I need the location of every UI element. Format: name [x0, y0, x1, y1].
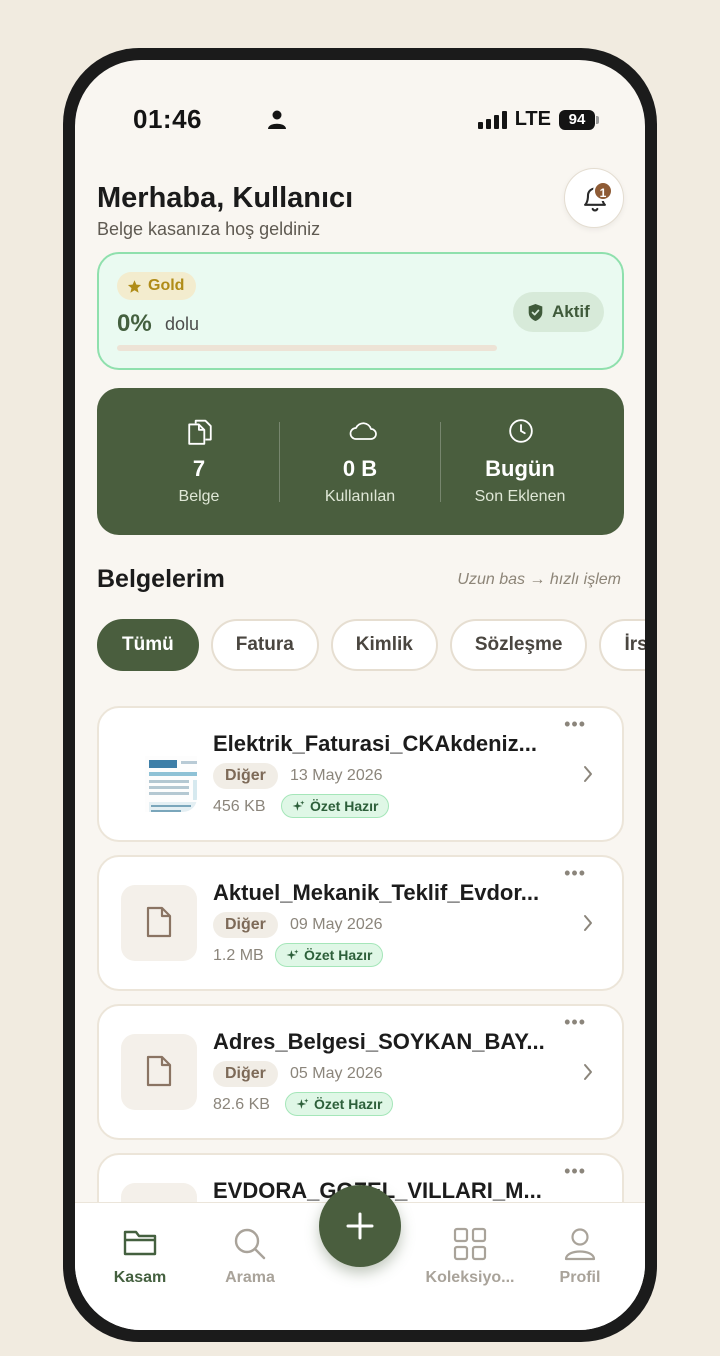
document-card[interactable]: Adres_Belgesi_SOYKAN_BAY... Diğer 05 May…	[97, 1004, 624, 1140]
filter-chip-waybill[interactable]: İrsaliye	[599, 619, 645, 671]
stat-last-added-label: Son Eklenen	[474, 488, 566, 505]
add-document-button[interactable]	[319, 1185, 401, 1267]
plan-tier-label: Gold	[148, 277, 185, 294]
filter-chip-identity[interactable]: Kimlik	[330, 619, 438, 671]
document-size: 82.6 KB	[213, 1096, 270, 1113]
filter-chip-contract[interactable]: Sözleşme	[449, 619, 588, 671]
nav-label: Arama	[225, 1269, 275, 1286]
stats-card: 7 Belge 0 B Kullanılan Bugün Son Eklenen	[97, 388, 624, 535]
app-screen: 01:46 LTE 94 Merhaba, Kullanıcı Belge ka…	[75, 60, 645, 1330]
nav-item-collections[interactable]: Koleksiyo...	[415, 1203, 525, 1303]
stat-storage: 0 B Kullanılan	[275, 388, 445, 535]
document-summary-badge: Özet Hazır	[281, 794, 390, 818]
user-icon	[564, 1228, 596, 1261]
document-summary-label: Özet Hazır	[304, 947, 373, 963]
chevron-right-icon	[584, 915, 592, 931]
greeting-subtitle: Belge kasanıza hoş geldiniz	[97, 219, 321, 239]
folder-icon	[123, 1230, 157, 1256]
section-title: Belgelerim	[97, 565, 225, 593]
battery-indicator: 94	[559, 109, 599, 130]
more-options-icon[interactable]: •••	[564, 863, 586, 884]
stat-documents-label: Belge	[178, 488, 220, 505]
plan-card[interactable]: Gold 0% dolu Aktif	[97, 252, 624, 370]
search-icon	[234, 1228, 266, 1260]
more-options-icon[interactable]: •••	[564, 714, 586, 735]
document-summary-label: Özet Hazır	[314, 1096, 383, 1112]
sparkle-icon	[286, 949, 299, 960]
plan-usage-label: dolu	[165, 314, 200, 334]
sparkle-icon	[296, 1098, 309, 1109]
chevron-right-icon	[584, 766, 592, 782]
stat-documents: 7 Belge	[114, 388, 284, 535]
filter-chip-all[interactable]: Tümü	[97, 619, 199, 671]
document-date: 09 May 2026	[290, 916, 383, 933]
document-type-badge: Diğer	[213, 763, 278, 789]
phone-frame: 01:46 LTE 94 Merhaba, Kullanıcı Belge ka…	[63, 48, 657, 1342]
sparkle-icon	[292, 800, 305, 811]
stat-last-added-value: Bugün	[485, 456, 555, 481]
invoice-preview-image	[145, 756, 197, 812]
document-date: 05 May 2026	[290, 1065, 383, 1082]
plus-icon	[346, 1212, 374, 1240]
document-summary-badge: Özet Hazır	[285, 1092, 394, 1116]
document-card[interactable]: Elektrik_Faturasi_CKAkdeniz... Diğer 13 …	[97, 706, 624, 842]
status-bar: 01:46 LTE 94	[133, 104, 599, 138]
network-label: LTE	[514, 108, 551, 130]
filter-bar: Tümü Fatura Kimlik Sözleşme İrsaliye	[97, 619, 645, 671]
chevron-right-icon	[584, 1064, 592, 1080]
signal-icon	[477, 110, 507, 129]
plan-usage-percent: 0%	[117, 310, 152, 337]
nav-label: Koleksiyo...	[425, 1269, 515, 1286]
document-name: Aktuel_Mekanik_Teklif_Evdor...	[213, 880, 540, 905]
status-time: 01:46	[133, 104, 202, 134]
more-options-icon[interactable]: •••	[564, 1012, 586, 1033]
shield-check-icon	[528, 303, 543, 321]
greeting-title: Merhaba, Kullanıcı	[97, 182, 354, 214]
document-card[interactable]: Aktuel_Mekanik_Teklif_Evdor... Diğer 09 …	[97, 855, 624, 991]
nav-item-vault[interactable]: Kasam	[85, 1203, 195, 1303]
document-size: 456 KB	[213, 798, 266, 815]
document-thumbnail	[121, 1034, 197, 1110]
document-name: Elektrik_Faturasi_CKAkdeniz...	[213, 731, 538, 756]
section-hint: Uzun bas → hızlı işlem	[457, 571, 621, 588]
notification-badge: 1	[593, 181, 613, 201]
filter-chip-invoice[interactable]: Fatura	[210, 619, 319, 671]
clock-icon	[509, 419, 533, 443]
plan-usage-bar	[117, 345, 497, 351]
stat-last-added: Bugün Son Eklenen	[435, 388, 605, 535]
grid-icon	[453, 1227, 487, 1261]
stat-storage-value: 0 B	[342, 456, 378, 481]
documents-icon	[188, 419, 212, 445]
nav-label: Kasam	[113, 1269, 167, 1286]
nav-item-profile[interactable]: Profil	[525, 1203, 635, 1303]
document-type-badge: Diğer	[213, 1061, 278, 1087]
cloud-icon	[349, 422, 377, 440]
more-options-icon[interactable]: •••	[564, 1161, 586, 1182]
person-icon	[268, 110, 286, 129]
document-thumbnail	[121, 736, 197, 812]
file-icon	[146, 1055, 172, 1087]
stat-documents-value: 7	[192, 456, 206, 481]
file-icon	[146, 906, 172, 938]
document-size: 1.2 MB	[213, 947, 264, 964]
nav-item-search[interactable]: Arama	[195, 1203, 305, 1303]
nav-label: Profil	[559, 1269, 601, 1286]
star-icon	[127, 279, 142, 293]
document-summary-badge: Özet Hazır	[275, 943, 384, 967]
notifications-button[interactable]: 1	[564, 168, 624, 228]
plan-status-label: Aktif	[552, 302, 590, 321]
document-summary-label: Özet Hazır	[310, 798, 379, 814]
document-name: Adres_Belgesi_SOYKAN_BAY...	[213, 1029, 545, 1054]
document-thumbnail	[121, 885, 197, 961]
plan-status-badge: Aktif	[513, 292, 604, 332]
document-type-badge: Diğer	[213, 912, 278, 938]
plan-tier-badge: Gold	[117, 272, 197, 300]
stat-storage-label: Kullanılan	[324, 488, 396, 505]
document-date: 13 May 2026	[290, 767, 383, 784]
